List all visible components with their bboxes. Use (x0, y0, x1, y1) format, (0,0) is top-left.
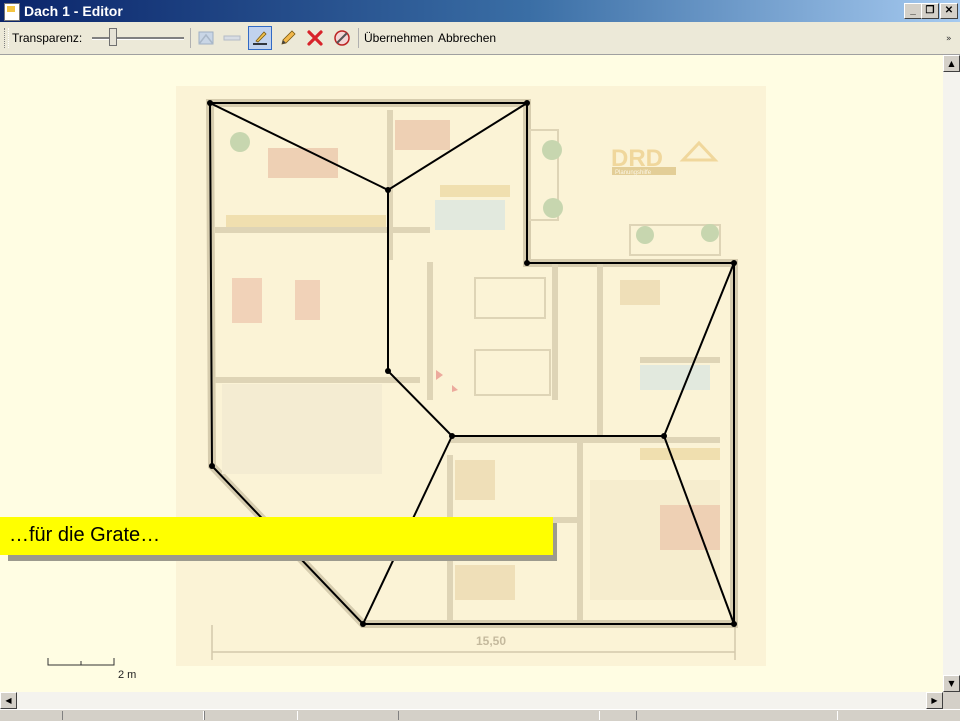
status-panel (636, 711, 838, 720)
toolbar-separator (190, 28, 191, 48)
roof-vertex[interactable] (385, 187, 391, 193)
toolbar-grip[interactable] (4, 28, 9, 48)
scale-label: 2 m (118, 669, 137, 681)
cancel-button[interactable]: Abbrechen (438, 31, 496, 45)
scroll-left-button[interactable]: ◀ (0, 692, 17, 709)
pencil-icon (281, 30, 296, 45)
roof-edit-icon (334, 30, 350, 46)
roof-vertex[interactable] (661, 433, 667, 439)
roof-faded-icon (198, 31, 214, 45)
transparency-slider-track[interactable] (92, 37, 184, 40)
horizontal-scrollbar[interactable]: ◀ ▶ (0, 692, 943, 709)
toolbar-overflow-icon[interactable]: » (946, 34, 952, 44)
roof-vertex[interactable] (449, 433, 455, 439)
roof-vertex[interactable] (731, 621, 737, 627)
drawing-canvas[interactable]: DRD Planungshilfe 15,50 (0, 55, 943, 692)
svg-text:15,50: 15,50 (476, 634, 506, 648)
pen-line-icon (253, 31, 267, 45)
roof-vertex[interactable] (209, 463, 215, 469)
title-bar: Dach 1 - Editor _ ❐ ✕ (0, 0, 960, 22)
status-panel (62, 711, 204, 720)
roof-vertex[interactable] (207, 100, 213, 106)
tutorial-callout: …für die Grate… (0, 517, 553, 555)
delete-tool-button[interactable] (303, 26, 327, 50)
scrollbar-corner (943, 692, 960, 709)
status-panel (204, 711, 298, 720)
transparency-label: Transparenz: (12, 31, 83, 45)
scroll-up-button[interactable]: ▲ (943, 55, 960, 72)
toolbar-separator (358, 28, 359, 48)
minimize-button[interactable]: _ (904, 3, 922, 19)
ridge-tool-button[interactable] (194, 26, 218, 50)
roof-edit-tool-button[interactable] (330, 26, 354, 50)
scroll-down-button[interactable]: ▼ (943, 675, 960, 692)
toolbar: Transparenz: Übernehmen Abbrechen » (0, 22, 960, 55)
scroll-right-button[interactable]: ▶ (926, 692, 943, 709)
app-icon (4, 3, 20, 21)
hatch-faded-icon (223, 35, 241, 41)
roof-vertex[interactable] (731, 260, 737, 266)
edit-line-tool-button[interactable] (248, 26, 272, 50)
svg-text:Planungshilfe: Planungshilfe (615, 170, 652, 176)
transparency-slider-thumb[interactable] (109, 28, 117, 46)
red-x-icon (307, 30, 323, 46)
apply-button[interactable]: Übernehmen (364, 31, 433, 45)
status-bar (0, 709, 960, 721)
status-panel (398, 711, 600, 720)
floor-plan[interactable]: DRD Planungshilfe 15,50 (0, 55, 943, 692)
pencil-tool-button[interactable] (276, 26, 300, 50)
roof-vertex[interactable] (524, 100, 530, 106)
roof-vertex[interactable] (524, 260, 530, 266)
close-button[interactable]: ✕ (940, 3, 958, 19)
vertical-scrollbar[interactable]: ▲ ▼ (943, 55, 960, 692)
window-title: Dach 1 - Editor (24, 3, 123, 19)
hatch-tool-button[interactable] (220, 26, 244, 50)
roof-vertex[interactable] (385, 368, 391, 374)
roof-vertex[interactable] (360, 621, 366, 627)
restore-button[interactable]: ❐ (921, 3, 939, 19)
scale-bar (47, 658, 115, 666)
